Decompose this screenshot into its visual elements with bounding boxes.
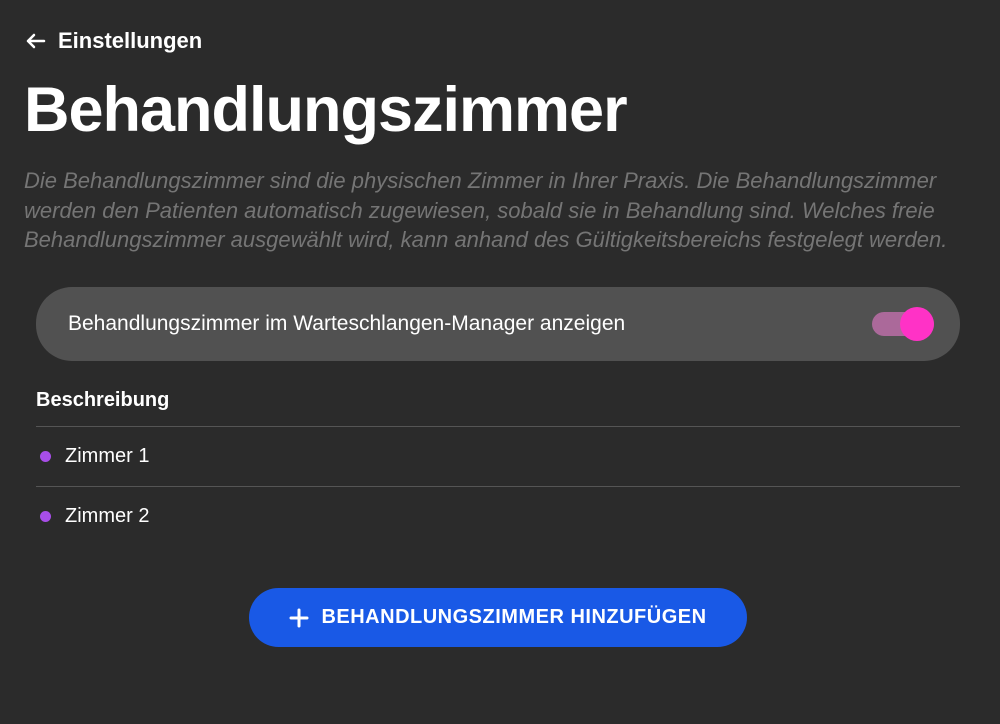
breadcrumb-back[interactable]: Einstellungen [24,28,972,54]
add-button-label: BEHANDLUNGSZIMMER HINZUFÜGEN [321,606,706,629]
room-name: Zimmer 2 [65,505,149,528]
room-name: Zimmer 1 [65,445,149,468]
toggle-label: Behandlungszimmer im Warteschlangen-Mana… [68,312,625,336]
table-row[interactable]: Zimmer 2 [36,487,960,546]
add-room-button[interactable]: BEHANDLUNGSZIMMER HINZUFÜGEN [249,588,746,647]
toggle-show-rooms-switch[interactable] [872,307,934,341]
arrow-left-icon [24,29,48,53]
table-header-label: Beschreibung [36,389,960,427]
toggle-show-rooms-card: Behandlungszimmer im Warteschlangen-Mana… [36,287,960,361]
breadcrumb-label: Einstellungen [58,28,202,54]
rooms-table: Beschreibung Zimmer 1 Zimmer 2 [36,389,960,546]
page-title: Behandlungszimmer [24,74,972,146]
status-dot-icon [40,451,51,462]
status-dot-icon [40,511,51,522]
page-description: Die Behandlungszimmer sind die physische… [24,166,972,255]
toggle-thumb [900,307,934,341]
plus-icon [289,608,309,628]
table-row[interactable]: Zimmer 1 [36,427,960,487]
